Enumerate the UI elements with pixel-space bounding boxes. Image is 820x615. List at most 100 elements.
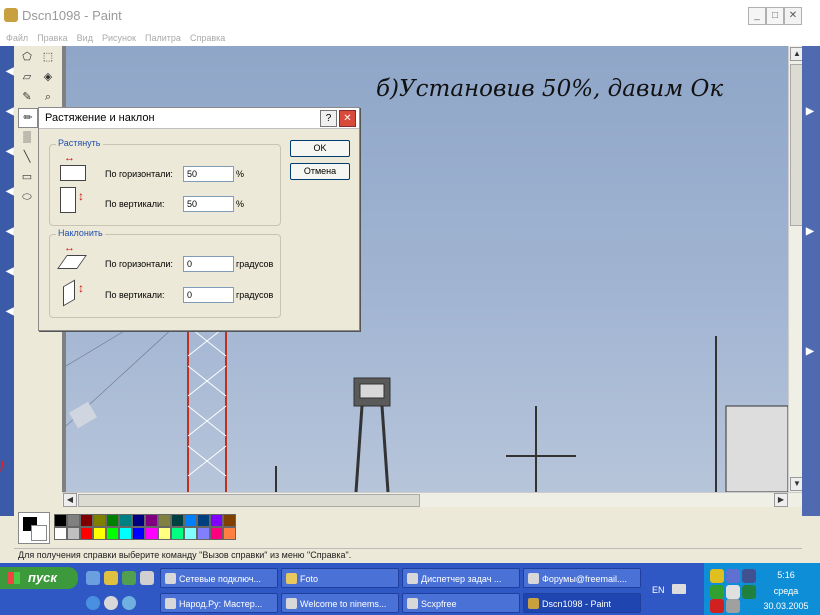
menu-palette[interactable]: Палитра [145,30,181,46]
vertical-scrollbar[interactable]: ▲ ▼ [788,46,804,492]
menu-view[interactable]: Вид [77,30,93,46]
close-button[interactable]: ✕ [784,7,802,25]
menu-help[interactable]: Справка [190,30,225,46]
browser-icon [528,573,539,584]
language-indicator[interactable]: EN [652,585,665,595]
menu-file[interactable]: Файл [6,30,28,46]
quicklaunch-icon[interactable] [104,571,118,585]
color-swatch[interactable] [184,514,197,527]
taskbar-item-network[interactable]: Сетевые подключ... [160,568,278,588]
color-swatch[interactable] [171,527,184,540]
color-swatch[interactable] [197,527,210,540]
quicklaunch-icon[interactable] [122,596,136,610]
color-swatch[interactable] [145,514,158,527]
color-swatch[interactable] [54,514,67,527]
color-swatch[interactable] [132,514,145,527]
taskbar-item-welcome[interactable]: Welcome to ninems... [281,593,399,613]
color-swatch[interactable] [106,527,119,540]
cancel-button[interactable]: Отмена [290,163,350,180]
color-swatch[interactable] [158,514,171,527]
tray-icon[interactable] [710,569,724,583]
fill-bucket-icon[interactable]: ◈ [39,68,57,86]
tray-icon[interactable] [726,585,740,599]
color-swatch[interactable] [67,527,80,540]
help-button[interactable]: ? [320,110,337,127]
tray-icon[interactable] [742,585,756,599]
color-swatch[interactable] [93,514,106,527]
color-swatch[interactable] [158,527,171,540]
dialog-close-button[interactable]: ✕ [339,110,356,127]
kaspersky-icon[interactable] [710,599,724,613]
color-swatch[interactable] [93,527,106,540]
maximize-button[interactable]: □ [766,7,784,25]
stretch-horizontal-input[interactable]: 50 [183,166,234,182]
color-swatch[interactable] [210,514,223,527]
quicklaunch-icon[interactable] [122,571,136,585]
window-title: Dscn1098 - Paint [22,8,122,23]
rectangle-icon[interactable]: ▭ [18,168,36,186]
tray-icon[interactable] [710,585,724,599]
clock-time[interactable]: 5:16 [766,570,806,580]
horizontal-scrollbar[interactable]: ◀ ▶ [62,492,802,507]
title-bar[interactable]: Dscn1098 - Paint _ □ ✕ [0,0,820,31]
color-swatch[interactable] [197,514,210,527]
menu-edit[interactable]: Правка [37,30,67,46]
quicklaunch-icon[interactable] [86,571,100,585]
ok-button[interactable]: OK [290,140,350,157]
taskbar-item-label: Диспетчер задач ... [421,574,502,584]
color-swatch[interactable] [223,527,236,540]
scroll-right-icon[interactable]: ▶ [774,493,788,507]
taskbar-item-task-manager[interactable]: Диспетчер задач ... [402,568,520,588]
color-swatch[interactable] [132,527,145,540]
scroll-left-icon[interactable]: ◀ [63,493,77,507]
eraser-icon[interactable]: ▱ [18,68,36,86]
color-swatch[interactable] [80,527,93,540]
stretch-group: Растянуть ↔ По горизонтали: 50 % ↕ По ве… [49,138,281,226]
color-swatch[interactable] [106,514,119,527]
color-swatch[interactable] [184,527,197,540]
taskbar-item-label: Welcome to ninems... [300,599,387,609]
stretch-vertical-input[interactable]: 50 [183,196,234,212]
minimize-button[interactable]: _ [748,7,766,25]
line-icon[interactable]: ╲ [18,148,36,166]
ellipse-icon[interactable]: ⬭ [18,188,36,206]
menu-image[interactable]: Рисунок [102,30,136,46]
magnifier-icon[interactable]: ⌕ [39,88,57,106]
color-swatch[interactable] [171,514,184,527]
quicklaunch-icon[interactable] [140,571,154,585]
rect-select-icon[interactable]: ⬚ [39,48,57,66]
keyboard-icon[interactable] [672,584,686,594]
tray-icon[interactable] [742,569,756,583]
color-swatch[interactable] [54,527,67,540]
pencil-icon[interactable]: ✏ [18,108,38,128]
skew-horizontal-input[interactable]: 0 [183,256,234,272]
taskbar-item-foto[interactable]: Foto [281,568,399,588]
vertical-stretch-icon [60,187,76,213]
color-swatch[interactable] [119,514,132,527]
dialog-title-bar[interactable]: Растяжение и наклон ? ✕ [39,108,359,129]
color-swatch[interactable] [210,527,223,540]
system-tray: 5:16 среда 30.03.2005 [704,563,820,615]
taskbar-item-forums[interactable]: Форумы@freemail.... [523,568,641,588]
horizontal-stretch-icon [60,165,86,181]
horizontal-scroll-thumb[interactable] [78,494,420,507]
tray-icon[interactable] [726,599,740,613]
media-player-icon[interactable] [104,596,118,610]
taskbar-item-narod[interactable]: Народ.Ру: Мастер... [160,593,278,613]
current-colors[interactable] [18,512,50,544]
background-color[interactable] [31,525,47,541]
color-picker-icon[interactable]: ✎ [18,88,36,106]
color-swatch[interactable] [119,527,132,540]
color-swatch[interactable] [145,527,158,540]
color-swatch[interactable] [67,514,80,527]
taskbar-item-paint[interactable]: Dscn1098 - Paint [523,593,641,613]
color-swatch[interactable] [80,514,93,527]
skew-vertical-input[interactable]: 0 [183,287,234,303]
taskbar-item-scxpfree[interactable]: Scxpfree [402,593,520,613]
airbrush-icon[interactable]: ▒ [18,128,36,146]
color-swatch[interactable] [223,514,236,527]
tray-icon[interactable] [726,569,740,583]
free-select-icon[interactable]: ⬠ [18,48,36,66]
internet-explorer-icon[interactable] [86,596,100,610]
start-button[interactable]: пуск [0,567,78,589]
